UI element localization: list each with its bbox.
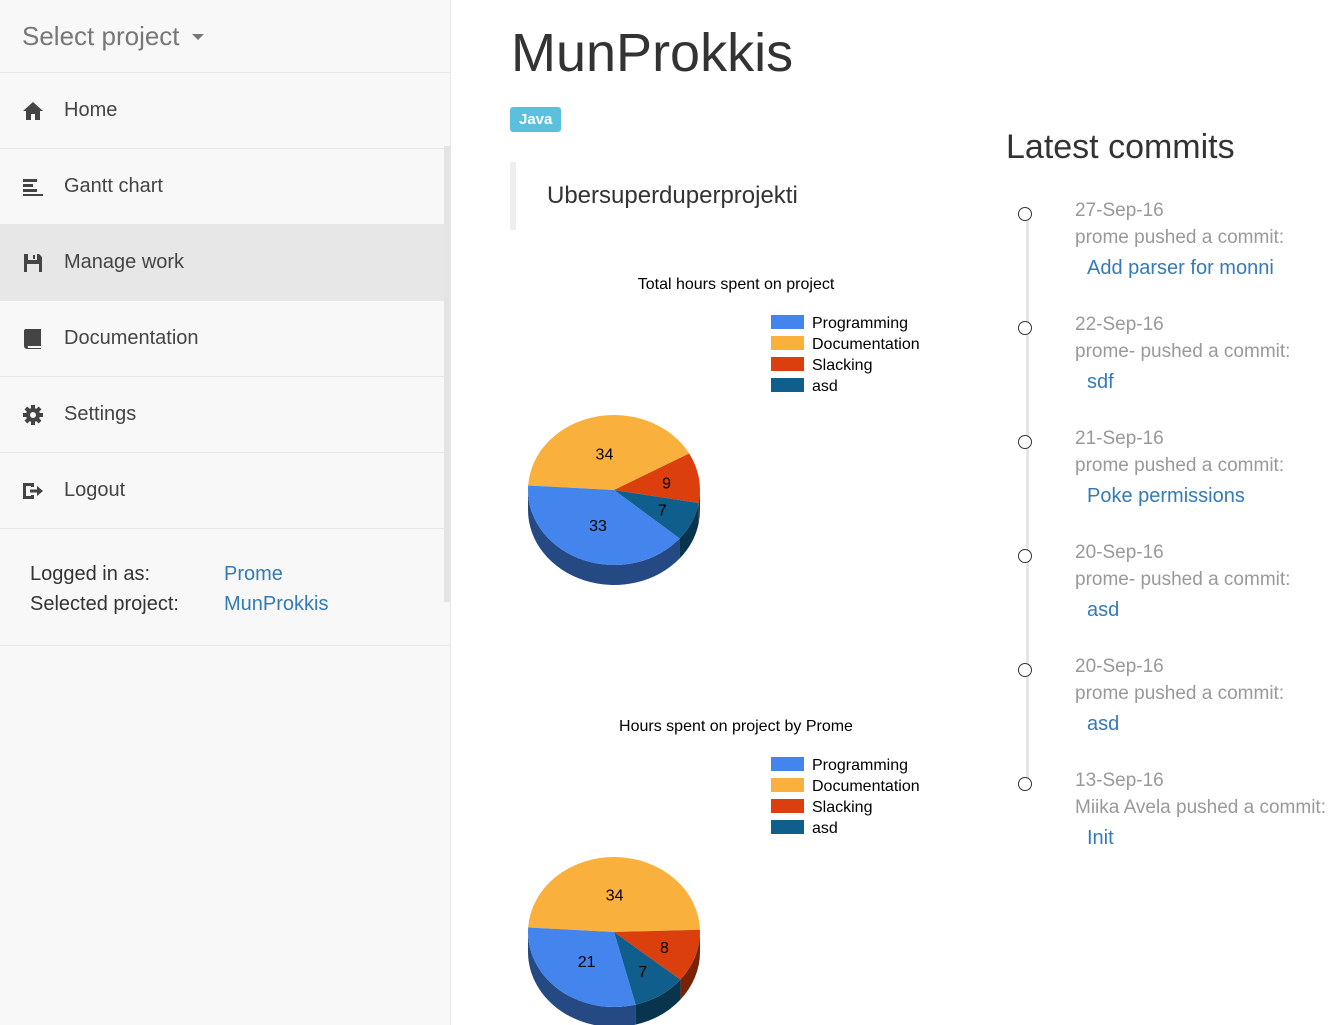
- gantt-icon: [22, 176, 44, 198]
- legend-swatch: [771, 757, 804, 771]
- logged-in-label: Logged in as:: [30, 562, 151, 585]
- commit-date: 13-Sep-16: [1075, 770, 1164, 791]
- chart-title: Total hours spent on project: [638, 276, 835, 293]
- commit-author: prome pushed a commit:: [1075, 455, 1285, 476]
- commit-item: 20-Sep-16 prome pushed a commit: asd: [1018, 656, 1343, 770]
- sidebar-item-label: Manage work: [64, 251, 185, 273]
- selected-project-row: Selected project: MunProkkis: [30, 589, 450, 619]
- legend-label: asd: [812, 820, 838, 837]
- selected-project-label: Selected project:: [30, 592, 179, 615]
- pie-value-label: 7: [638, 964, 647, 981]
- legend-swatch: [771, 820, 804, 834]
- gear-icon: [22, 404, 44, 426]
- legend-label: Slacking: [812, 799, 872, 816]
- project-title: MunProkkis: [511, 23, 794, 83]
- commit-date: 21-Sep-16: [1075, 428, 1164, 449]
- sidebar-item-label: Gantt chart: [64, 175, 163, 197]
- commit-message-link[interactable]: Poke permissions: [1087, 485, 1245, 508]
- legend-label: Programming: [812, 315, 908, 332]
- sidebar-item-settings[interactable]: Settings: [0, 377, 450, 453]
- commit-message-link[interactable]: asd: [1087, 599, 1119, 622]
- project-description: Ubersuperduperprojekti: [510, 162, 910, 230]
- commit-date: 22-Sep-16: [1075, 314, 1164, 335]
- pie-value-label: 21: [578, 954, 596, 971]
- commit-date: 20-Sep-16: [1075, 656, 1164, 677]
- logout-icon: [22, 480, 44, 502]
- commit-message-link[interactable]: sdf: [1087, 371, 1114, 394]
- pie-value-label: 9: [662, 475, 671, 492]
- pie-value-label: 7: [658, 503, 667, 520]
- project-description-text: Ubersuperduperprojekti: [547, 182, 798, 209]
- legend-label: Programming: [812, 757, 908, 774]
- logged-in-user-link[interactable]: Prome: [224, 563, 283, 586]
- sidebar-scrollbar[interactable]: [444, 146, 450, 602]
- sidebar-item-label: Home: [64, 99, 118, 121]
- pie-value-label: 34: [596, 446, 614, 463]
- commit-author: prome- pushed a commit:: [1075, 341, 1291, 362]
- pie-value-label: 34: [606, 888, 624, 905]
- sidebar-item-label: Logout: [64, 479, 126, 501]
- timeline-dot-icon: [1018, 549, 1032, 563]
- commit-message-link[interactable]: Add parser for monni: [1087, 257, 1274, 280]
- timeline-dot-icon: [1018, 663, 1032, 677]
- sidebar-nav: Home Gantt chart Manage work Documentati…: [0, 73, 450, 602]
- select-project-dropdown[interactable]: Select project: [0, 0, 450, 73]
- main-content: MunProkkis Java Ubersuperduperprojekti T…: [451, 0, 1343, 1025]
- selected-project-link[interactable]: MunProkkis: [224, 593, 328, 616]
- legend-swatch: [771, 357, 804, 371]
- save-icon: [22, 252, 44, 274]
- commit-author: prome- pushed a commit:: [1075, 569, 1291, 590]
- user-hours-pie-chart: Hours spent on project by Prome Programmi…: [528, 718, 920, 1025]
- sidebar-item-label: Settings: [64, 403, 137, 425]
- sidebar-item-documentation[interactable]: Documentation: [0, 301, 450, 377]
- pie-value-label: 33: [589, 518, 607, 535]
- logged-in-row: Logged in as: Prome: [30, 559, 450, 589]
- sidebar-item-label: Documentation: [64, 327, 199, 349]
- commit-item: 22-Sep-16 prome- pushed a commit: sdf: [1018, 314, 1343, 428]
- legend-label: Documentation: [812, 336, 920, 353]
- total-hours-pie-chart: Total hours spent on project Programming D…: [528, 276, 920, 585]
- sidebar-item-home[interactable]: Home: [0, 73, 450, 149]
- select-project-label: Select project: [22, 20, 180, 51]
- chart-title: Hours spent on project by Prome: [619, 718, 853, 735]
- pie-value-label: 8: [660, 940, 669, 957]
- caret-down-icon: [191, 34, 204, 40]
- book-icon: [22, 328, 44, 350]
- timeline-dot-icon: [1018, 207, 1032, 221]
- legend-swatch: [771, 315, 804, 329]
- timeline-dot-icon: [1018, 777, 1032, 791]
- commit-item: 27-Sep-16 prome pushed a commit: Add parse…: [1018, 200, 1343, 314]
- legend-label: Slacking: [812, 357, 872, 374]
- commit-author: Miika Avela pushed a commit:: [1075, 797, 1326, 818]
- commit-message-link[interactable]: asd: [1087, 713, 1119, 736]
- legend-swatch: [771, 378, 804, 392]
- timeline-dot-icon: [1018, 321, 1032, 335]
- legend-swatch: [771, 799, 804, 813]
- sidebar: Select project Home Gantt chart Manage w…: [0, 0, 451, 1025]
- commit-date: 27-Sep-16: [1075, 200, 1164, 221]
- sidebar-item-logout[interactable]: Logout: [0, 453, 450, 529]
- legend-swatch: [771, 336, 804, 350]
- legend-label: asd: [812, 378, 838, 395]
- commit-item: 20-Sep-16 prome- pushed a commit: asd: [1018, 542, 1343, 656]
- commit-item: 21-Sep-16 prome pushed a commit: Poke perm…: [1018, 428, 1343, 542]
- commit-message-link[interactable]: Init: [1087, 827, 1114, 850]
- legend-label: Documentation: [812, 778, 920, 795]
- commit-date: 20-Sep-16: [1075, 542, 1164, 563]
- commit-item: 13-Sep-16 Miika Avela pushed a commit: Ini…: [1018, 770, 1343, 884]
- home-icon: [22, 100, 44, 122]
- timeline-dot-icon: [1018, 435, 1032, 449]
- language-badge: Java: [510, 107, 562, 132]
- sidebar-item-gantt-chart[interactable]: Gantt chart: [0, 149, 450, 225]
- commit-author: prome pushed a commit:: [1075, 227, 1285, 248]
- legend-swatch: [771, 778, 804, 792]
- sidebar-item-manage-work[interactable]: Manage work: [0, 225, 450, 301]
- commit-author: prome pushed a commit:: [1075, 683, 1285, 704]
- latest-commits-heading: Latest commits: [1006, 128, 1235, 166]
- session-info: Logged in as: Prome Selected project: Mu…: [0, 529, 450, 646]
